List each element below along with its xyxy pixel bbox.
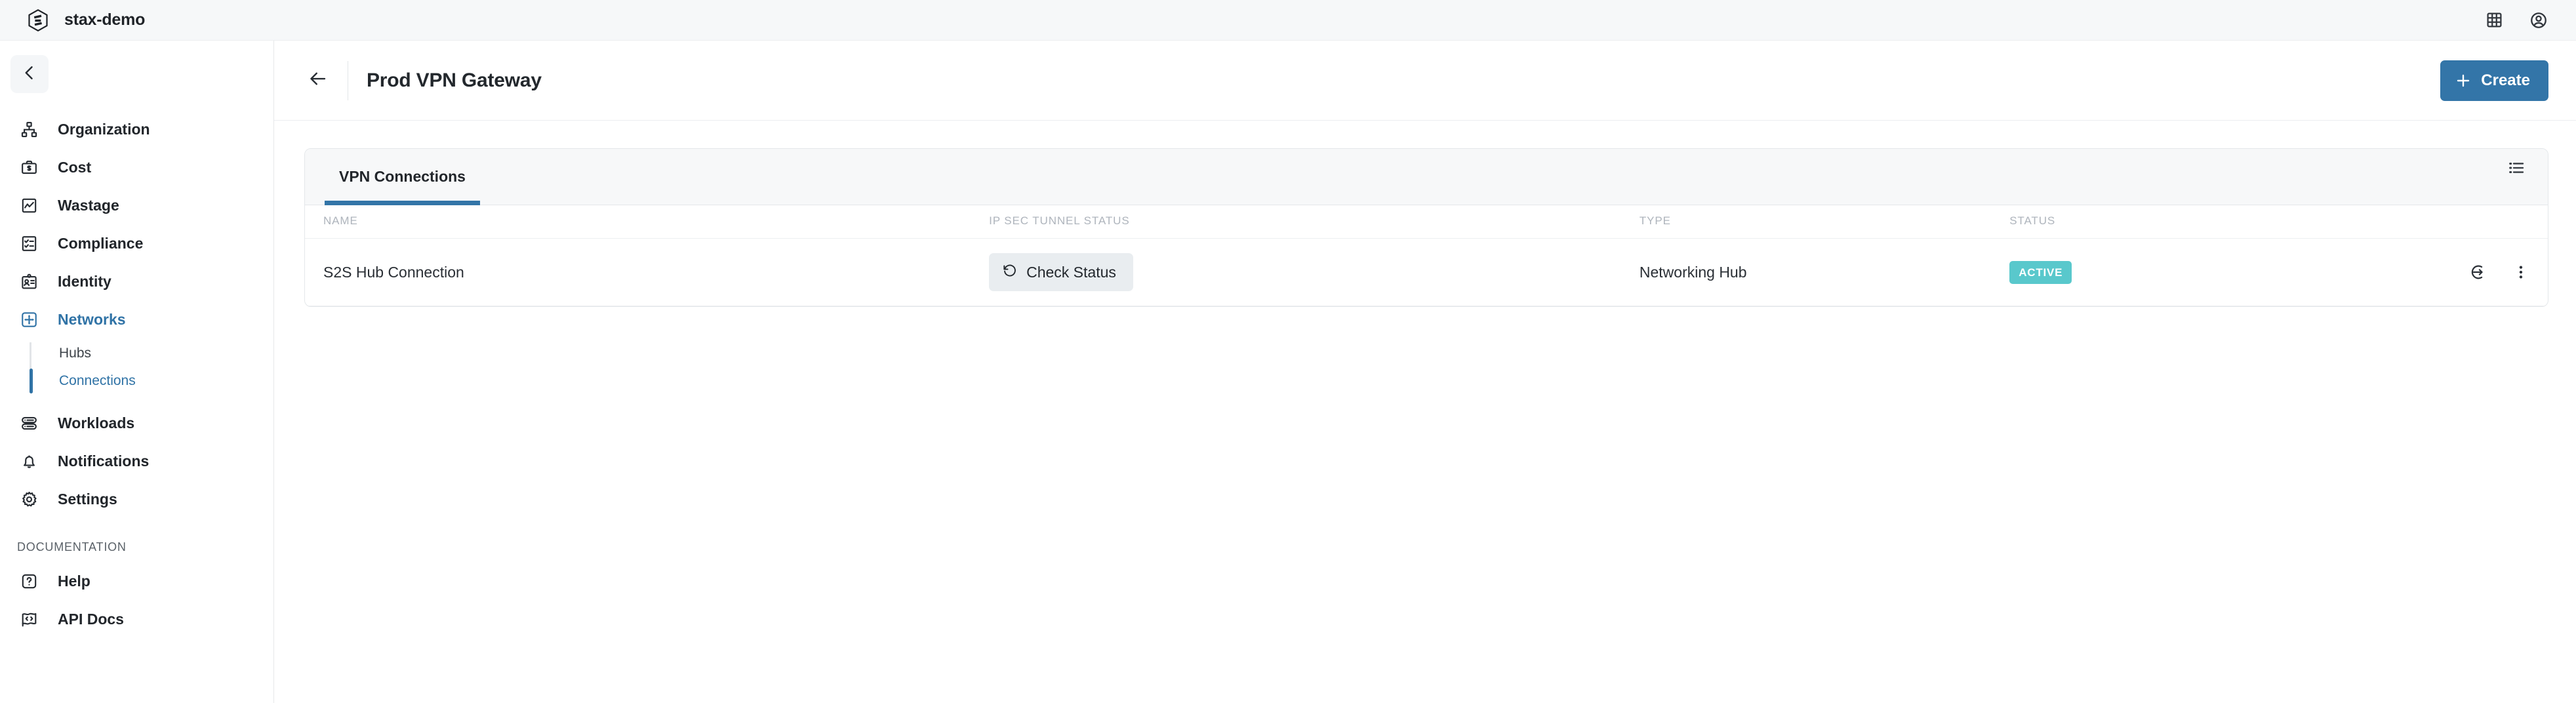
stax-hexagon-logo-icon <box>26 9 50 32</box>
sidebar-subitem-hubs[interactable]: Hubs <box>29 340 273 367</box>
subitem-label: Hubs <box>59 346 92 361</box>
arrow-left-icon <box>308 69 328 92</box>
brand[interactable]: stax-demo <box>26 9 145 32</box>
sidebar-item-notifications[interactable]: Notifications <box>0 442 273 480</box>
content-area: VPN Connections NAME IP SEC TUNNEL STATU… <box>274 121 2576 703</box>
networks-subnav: Hubs Connections <box>0 340 273 395</box>
sidebar-subitem-connections[interactable]: Connections <box>29 367 273 395</box>
sidebar-item-help[interactable]: Help <box>0 562 273 600</box>
create-button-label: Create <box>2481 71 2530 89</box>
column-header-tunnel: IP Sec Tunnel Status <box>989 205 1640 239</box>
table-head: Name IP Sec Tunnel Status Type Status <box>305 205 2548 239</box>
cell-name: S2S Hub Connection <box>305 238 990 306</box>
plus-icon <box>2455 72 2472 89</box>
body-wrapper: Organization Cost Wastage Compliance Ide… <box>0 41 2576 703</box>
sidebar-item-compliance[interactable]: Compliance <box>0 224 273 262</box>
vpn-connections-table: Name IP Sec Tunnel Status Type Status S2… <box>305 205 2548 306</box>
page-title: Prod VPN Gateway <box>367 69 542 91</box>
table-header-row: Name IP Sec Tunnel Status Type Status <box>305 205 2548 239</box>
sidebar-item-label: Help <box>58 572 91 590</box>
column-header-actions <box>2323 205 2548 239</box>
subitem-label: Connections <box>59 373 136 388</box>
sidebar-item-networks[interactable]: Networks <box>0 300 273 338</box>
sidebar-item-label: Identity <box>58 272 111 290</box>
sidebar-section-documentation: Documentation <box>17 540 127 553</box>
vpn-connections-card: VPN Connections NAME IP SEC TUNNEL STATU… <box>304 148 2548 307</box>
cell-actions <box>2323 238 2548 306</box>
account-circle-icon[interactable] <box>2529 10 2548 30</box>
sidebar: Organization Cost Wastage Compliance Ide… <box>0 41 274 703</box>
back-button[interactable] <box>300 63 336 98</box>
list-view-icon <box>2507 159 2526 180</box>
card-tab-bar: VPN Connections <box>305 149 2548 205</box>
sidebar-item-api-docs[interactable]: API Docs <box>0 600 273 638</box>
list-view-button[interactable] <box>2507 149 2526 205</box>
server-stack-icon <box>16 410 42 436</box>
create-button[interactable]: Create <box>2440 60 2548 101</box>
column-header-name: Name <box>305 205 990 239</box>
bell-icon <box>16 448 42 474</box>
sidebar-item-label: Organization <box>58 120 150 138</box>
table-row[interactable]: S2S Hub Connection Check Status Networki… <box>305 238 2548 306</box>
cell-type: Networking Hub <box>1639 238 2010 306</box>
page-header: Prod VPN Gateway Create <box>274 41 2576 121</box>
apps-grid-icon[interactable] <box>2484 10 2504 30</box>
sidebar-item-identity[interactable]: Identity <box>0 262 273 300</box>
refresh-ccw-icon <box>1002 262 1018 282</box>
enter-circle-icon[interactable] <box>2469 263 2487 281</box>
chart-trend-icon <box>16 192 42 218</box>
status-badge: Active <box>2009 260 2072 284</box>
sidebar-item-label: Workloads <box>58 414 135 432</box>
brand-name: stax-demo <box>64 10 146 29</box>
check-status-label: Check Status <box>1026 263 1116 281</box>
sidebar-item-wastage[interactable]: Wastage <box>0 186 273 224</box>
briefcase-dollar-icon <box>16 154 42 180</box>
code-flag-icon <box>16 606 42 632</box>
row-actions <box>2324 263 2548 281</box>
sidebar-item-label: Networks <box>58 310 126 328</box>
cell-tunnel-status: Check Status <box>989 238 1640 306</box>
column-header-status: Status <box>2009 205 2324 239</box>
chevron-left-icon <box>20 64 39 85</box>
main-area: Prod VPN Gateway Create VPN Connections <box>274 41 2576 703</box>
tab-label: VPN Connections <box>339 168 466 185</box>
sidebar-item-organization[interactable]: Organization <box>0 110 273 148</box>
org-chart-icon <box>16 116 42 142</box>
sidebar-item-label: Wastage <box>58 196 119 214</box>
top-bar: stax-demo <box>0 0 2576 41</box>
id-badge-icon <box>16 268 42 294</box>
column-header-type: Type <box>1639 205 2010 239</box>
sidebar-item-settings[interactable]: Settings <box>0 480 273 518</box>
sidebar-item-cost[interactable]: Cost <box>0 148 273 186</box>
sidebar-nav-list: Organization Cost Wastage Compliance Ide… <box>0 110 273 638</box>
sidebar-item-workloads[interactable]: Workloads <box>0 404 273 442</box>
more-vertical-icon[interactable] <box>2512 264 2529 281</box>
sidebar-item-label: Settings <box>58 490 117 508</box>
topbar-icons <box>2484 10 2548 30</box>
cell-status: Active <box>2009 238 2324 306</box>
network-move-icon <box>16 306 42 332</box>
sidebar-item-label: API Docs <box>58 610 124 628</box>
table-body: S2S Hub Connection Check Status Networki… <box>305 238 2548 306</box>
sidebar-item-label: Cost <box>58 158 92 176</box>
gear-icon <box>16 486 42 512</box>
checklist-icon <box>16 230 42 256</box>
sidebar-collapse-button[interactable] <box>10 55 49 93</box>
check-status-button[interactable]: Check Status <box>989 253 1133 291</box>
sidebar-item-label: Compliance <box>58 234 144 252</box>
tab-vpn-connections[interactable]: VPN Connections <box>325 149 480 205</box>
question-square-icon <box>16 568 42 594</box>
sidebar-item-label: Notifications <box>58 452 150 470</box>
